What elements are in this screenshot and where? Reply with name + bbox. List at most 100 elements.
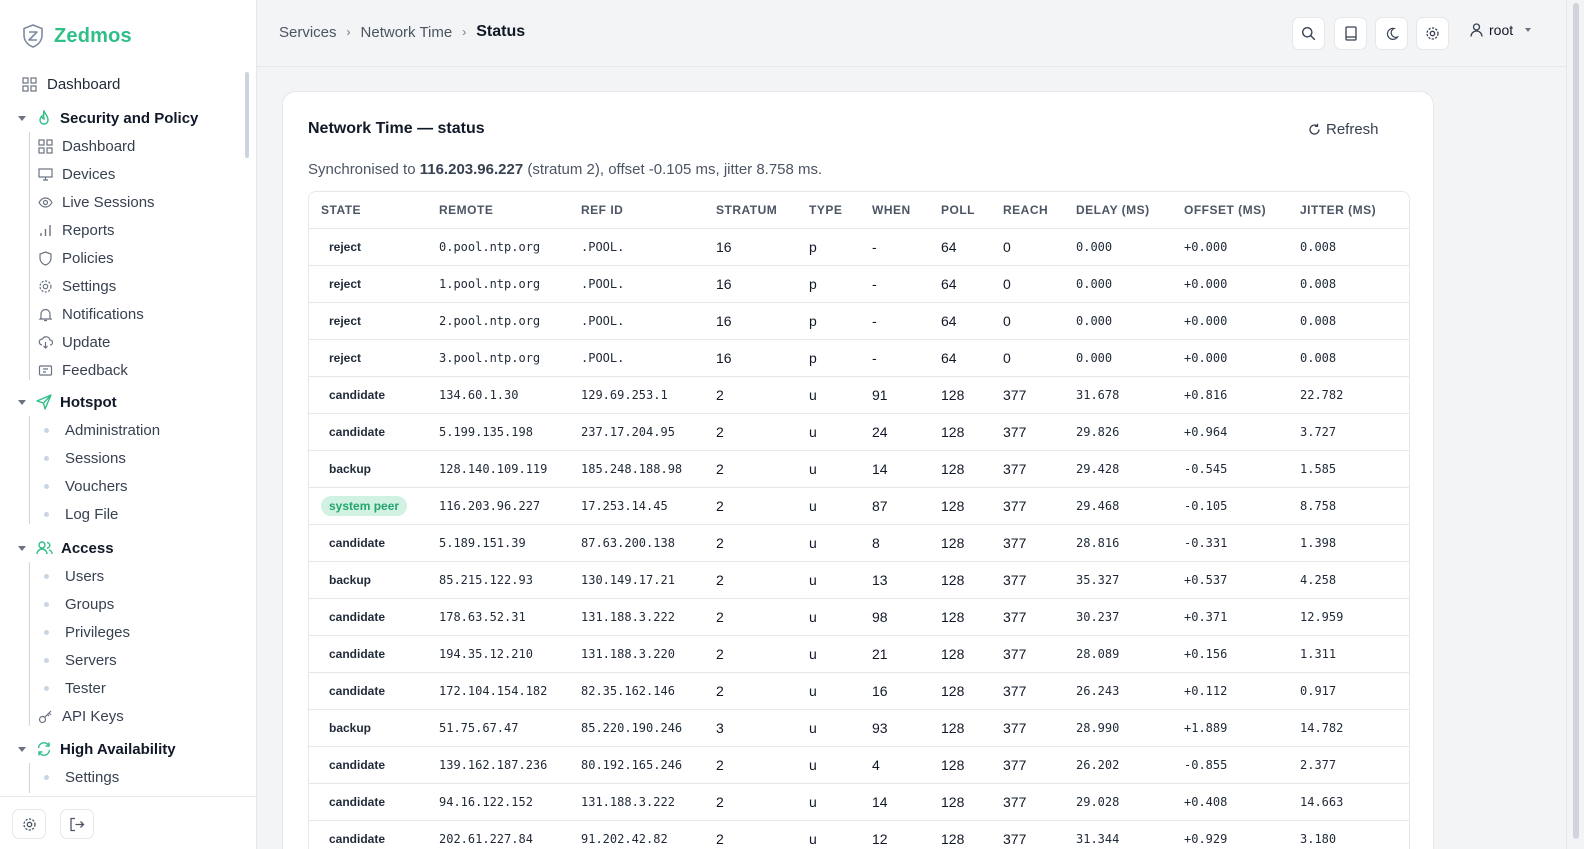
scrollbar-thumb[interactable] <box>1573 3 1579 839</box>
breadcrumb-current: Status <box>476 23 526 40</box>
page-scrollbar[interactable] <box>1566 0 1584 849</box>
sidebar-item-label: Settings <box>62 277 117 295</box>
sidebar-item-live-sessions[interactable]: Live Sessions <box>38 189 155 215</box>
table-cell: 0.008 <box>1288 339 1409 377</box>
state-cell: candidate <box>309 672 427 710</box>
refresh-icon <box>1308 123 1321 136</box>
sidebar-item-api-keys[interactable]: API Keys <box>38 703 124 729</box>
sidebar-item-label: Administration <box>65 421 161 439</box>
sidebar-item-security-dashboard[interactable]: Dashboard <box>38 133 135 159</box>
table-row: reject 0.pool.ntp.org .POOL. 16 p -64 0 0.000 +0… <box>309 228 1409 266</box>
docs-button[interactable] <box>1334 17 1367 50</box>
status-badge: system peer <box>321 495 408 516</box>
table-cell: 4 <box>860 746 929 784</box>
sidebar-item-servers[interactable]: Servers <box>38 647 117 673</box>
sidebar-item-label: Tester <box>65 679 106 697</box>
sidebar-item-reports[interactable]: Reports <box>38 217 115 243</box>
sidebar-item-devices[interactable]: Devices <box>38 161 115 187</box>
table-cell: 64 <box>929 228 991 266</box>
table-cell: +0.112 <box>1172 672 1288 710</box>
sync-peer: 116.203.96.227 <box>419 161 524 178</box>
table-cell: - <box>860 228 929 266</box>
sidebar-item-label: Reports <box>62 221 115 239</box>
table-cell: +0.000 <box>1172 302 1288 340</box>
settings-button[interactable] <box>1416 17 1449 50</box>
sidebar-item-settings[interactable]: Settings <box>38 273 116 299</box>
sidebar-item-policies[interactable]: Policies <box>38 245 114 271</box>
sidebar-group-security-and-policy[interactable]: Security and Policy <box>18 105 198 131</box>
sidebar-item-notifications[interactable]: Notifications <box>38 301 144 327</box>
theme-toggle-button[interactable] <box>1375 17 1408 50</box>
table-cell: 1.311 <box>1288 635 1409 673</box>
table-cell: 5.199.135.198 <box>427 413 569 451</box>
table-cell: 30.237 <box>1064 598 1172 636</box>
table-cell: u <box>797 746 860 784</box>
table-row: candidate 94.16.122.152 131.188.3.222 2 u 14 1… <box>309 783 1409 821</box>
table-row: backup 128.140.109.119 185.248.188.98 2 u 14 1… <box>309 450 1409 488</box>
logout-button[interactable] <box>60 809 94 839</box>
bullet-icon <box>44 685 49 691</box>
chevron-down-icon <box>1525 28 1532 32</box>
brand[interactable]: Zedmos <box>22 24 132 48</box>
state-cell: reject <box>309 228 427 266</box>
sidebar-item-dashboard[interactable]: Dashboard <box>22 70 120 98</box>
state-cell: backup <box>309 561 427 599</box>
sidebar-scrollbar[interactable] <box>245 72 249 158</box>
table-cell: 128 <box>929 635 991 673</box>
divider <box>29 763 30 793</box>
bullet-icon <box>44 601 49 607</box>
sidebar-group-hotspot[interactable]: Hotspot <box>18 389 117 415</box>
sidebar-item-groups[interactable]: Groups <box>38 591 114 617</box>
monitor-icon <box>38 167 53 182</box>
moon-icon <box>1385 27 1399 41</box>
refresh-button[interactable]: Refresh <box>1299 115 1388 143</box>
settings-button[interactable] <box>12 809 46 839</box>
table-cell: p <box>797 339 860 377</box>
breadcrumb-link-services[interactable]: Services <box>279 24 337 41</box>
column-header: POLL <box>929 192 991 229</box>
user-menu[interactable]: root <box>1470 22 1532 38</box>
table-cell: 0.pool.ntp.org <box>427 228 569 266</box>
table-cell: 128 <box>929 746 991 784</box>
table-cell: u <box>797 709 860 747</box>
sidebar-group-access[interactable]: Access <box>18 535 114 561</box>
search-button[interactable] <box>1292 17 1325 50</box>
column-header: OFFSET (MS) <box>1172 192 1288 229</box>
table-cell: 3.180 <box>1288 820 1409 849</box>
sidebar-item-update[interactable]: Update <box>38 329 110 355</box>
table-cell: 22.782 <box>1288 376 1409 414</box>
user-name: root <box>1489 22 1514 38</box>
table-cell: 3.727 <box>1288 413 1409 451</box>
table-cell: 377 <box>991 413 1064 451</box>
chevron-right-icon: › <box>346 25 351 39</box>
table-row: candidate 202.61.227.84 91.202.42.82 2 u 12 12… <box>309 820 1409 849</box>
gear-icon <box>1425 26 1440 41</box>
sidebar-item-users[interactable]: Users <box>38 563 104 589</box>
sidebar-item-label: Dashboard <box>62 137 136 155</box>
table-cell: 8 <box>860 524 929 562</box>
sidebar-item-feedback[interactable]: Feedback <box>38 357 128 383</box>
sidebar-item-sessions[interactable]: Sessions <box>38 445 126 471</box>
table-cell: 2.377 <box>1288 746 1409 784</box>
table-cell: 377 <box>991 635 1064 673</box>
sidebar-item-administration[interactable]: Administration <box>38 417 160 443</box>
table-cell: 128 <box>929 487 991 525</box>
sidebar-group-high-availability[interactable]: High Availability <box>18 736 176 762</box>
sidebar-item-tester[interactable]: Tester <box>38 675 106 701</box>
sidebar-item-label: Policies <box>62 249 114 267</box>
peers-table: STATE REMOTE REF ID STRATUM TYPE WHEN POLL REAC… <box>308 191 1410 849</box>
table-cell: 2.pool.ntp.org <box>427 302 569 340</box>
bullet-icon <box>44 511 49 517</box>
bullet-icon <box>44 629 49 635</box>
table-cell: 85.215.122.93 <box>427 561 569 599</box>
sidebar-item-ha-settings[interactable]: Settings <box>38 764 119 790</box>
table-cell: 3.pool.ntp.org <box>427 339 569 377</box>
sidebar-item-label: Update <box>62 333 111 351</box>
sidebar-item-vouchers[interactable]: Vouchers <box>38 473 128 499</box>
sidebar-item-privileges[interactable]: Privileges <box>38 619 130 645</box>
sidebar-item-log-file[interactable]: Log File <box>38 501 118 527</box>
table-cell: +0.000 <box>1172 265 1288 303</box>
table-cell: p <box>797 228 860 266</box>
table-cell: 2 <box>704 487 797 525</box>
breadcrumb-link-network-time[interactable]: Network Time <box>361 24 453 41</box>
